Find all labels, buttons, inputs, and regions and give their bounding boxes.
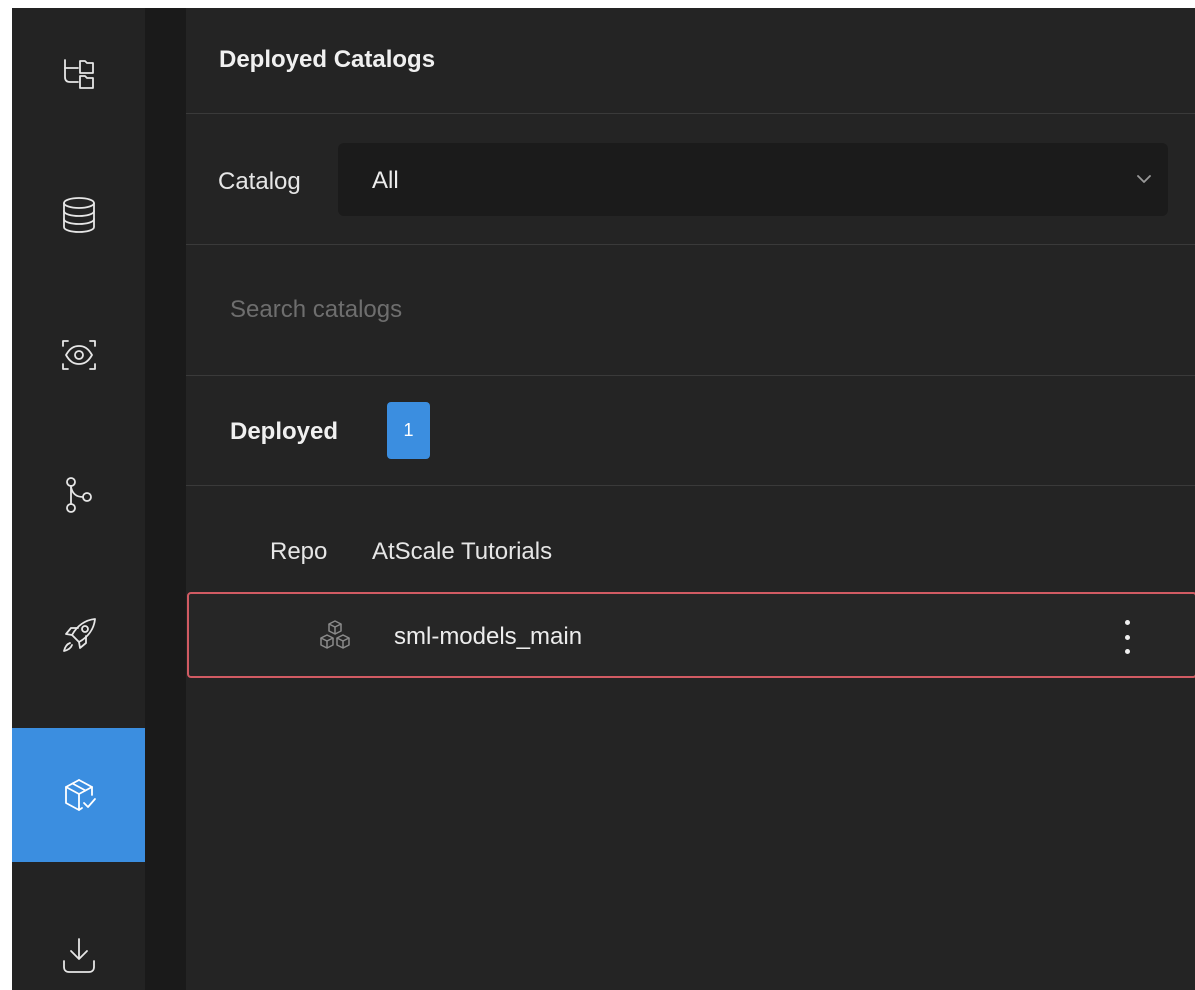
activity-bar-gutter [145, 8, 186, 990]
git-branch-icon [65, 477, 92, 513]
chevron-down-icon [1134, 169, 1154, 189]
activity-bar [12, 8, 145, 990]
repo-label: Repo [270, 538, 328, 565]
activity-item-database[interactable] [12, 148, 145, 282]
activity-item-preview[interactable] [12, 288, 145, 422]
app-window: Deployed Catalogs Catalog All Deployed 1… [12, 8, 1195, 990]
divider [186, 375, 1195, 376]
activity-item-deploy[interactable] [12, 568, 145, 702]
repo-name: AtScale Tutorials [372, 538, 553, 565]
activity-item-download[interactable] [12, 888, 145, 990]
catalog-filter-label: Catalog [218, 168, 301, 195]
catalog-list-item[interactable]: sml-models_main [187, 592, 1195, 678]
cubes-icon [317, 618, 353, 654]
search-catalogs-input[interactable] [216, 286, 1184, 334]
activity-item-source-control[interactable] [12, 428, 145, 562]
catalog-filter-select[interactable]: All [338, 143, 1168, 216]
more-vertical-icon[interactable] [1119, 620, 1135, 654]
catalog-name: sml-models_main [394, 623, 583, 650]
activity-item-deployed-catalogs[interactable] [12, 728, 145, 862]
divider [186, 485, 1195, 486]
package-check-icon [64, 779, 96, 811]
rocket-icon [62, 618, 96, 652]
divider [186, 244, 1195, 245]
activity-item-tree[interactable] [12, 8, 145, 142]
download-icon [62, 938, 95, 973]
tree-icon [63, 59, 94, 89]
deployed-catalogs-panel: Deployed Catalogs Catalog All Deployed 1… [186, 8, 1195, 990]
database-icon [62, 197, 95, 233]
eye-icon [61, 340, 96, 370]
panel-title: Deployed Catalogs [219, 46, 436, 73]
deployed-count-badge: 1 [387, 402, 430, 459]
deployed-section-label: Deployed [230, 418, 339, 445]
divider [186, 113, 1195, 114]
catalog-filter-value: All [372, 167, 399, 194]
